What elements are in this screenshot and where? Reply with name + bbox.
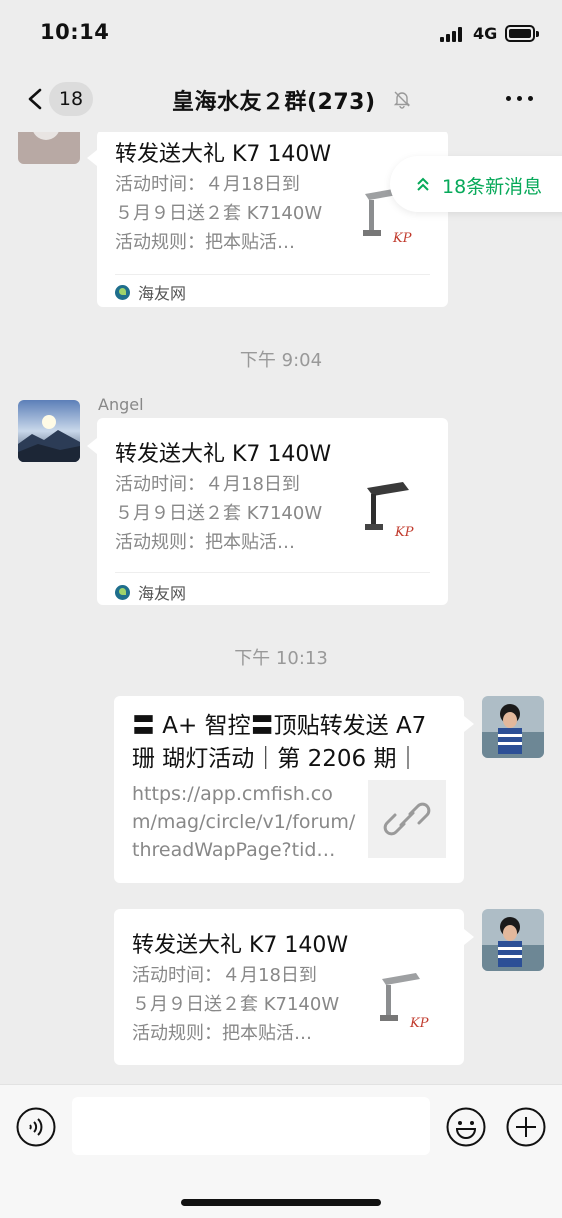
- message-timestamp: 下午 9:04: [239, 350, 323, 371]
- avatar[interactable]: [482, 696, 544, 758]
- input-bar: [0, 1084, 562, 1218]
- product-thumbnail: KP: [355, 476, 435, 556]
- message-list[interactable]: 转发送大礼 K7 140W 活动时间：４月18日到 ５月９日送２套 K7140W…: [0, 132, 562, 1084]
- card-description: 活动时间：４月18日到 ５月９日送２套 K7140W 活动规则：把本贴活…: [115, 474, 323, 553]
- battery-icon: [505, 25, 539, 42]
- card-description: 活动时间：４月18日到 ５月９日送２套 K7140W 活动规则：把本贴活…: [115, 174, 323, 253]
- svg-text:KP: KP: [392, 231, 412, 246]
- shared-card[interactable]: 转发送大礼 K7 140W 活动时间：４月18日到 ５月９日送２套 K7140W…: [114, 909, 474, 1065]
- card-title: 转发送大礼 K7 140W: [115, 442, 332, 467]
- card-source: 海友网: [115, 580, 186, 604]
- message-timestamp: 下午 10:13: [234, 648, 328, 669]
- svg-text:KP: KP: [409, 1016, 429, 1031]
- emoji-icon[interactable]: [446, 1107, 486, 1147]
- card-title: 转发送大礼 K7 140W: [132, 933, 349, 958]
- product-thumbnail: KP: [372, 967, 452, 1047]
- status-time: 10:14: [40, 20, 110, 44]
- card-description: 活动时间：４月18日到 ５月９日送２套 K7140W 活动规则：把本贴活…: [132, 965, 340, 1044]
- avatar[interactable]: [18, 400, 80, 462]
- link-card[interactable]: 〓 A+ 智控〓顶贴转发送 A7 珊 瑚灯活动｜第 2206 期｜ https:…: [114, 696, 474, 883]
- card-title: 转发送大礼 K7 140W: [115, 142, 332, 167]
- unread-count-badge[interactable]: 18: [49, 82, 93, 116]
- more-icon[interactable]: [504, 96, 536, 102]
- voice-icon[interactable]: [16, 1107, 56, 1147]
- network-type: 4G: [473, 24, 498, 43]
- chat-header: 18 皇海水友２群(273): [0, 66, 562, 132]
- sender-name: Angel: [98, 395, 144, 414]
- bell-off-icon: [393, 91, 411, 109]
- new-messages-label: 18条新消息: [442, 176, 543, 198]
- link-thumbnail: [368, 780, 446, 858]
- new-messages-button[interactable]: 18条新消息: [390, 156, 562, 212]
- avatar[interactable]: [482, 909, 544, 971]
- chevron-left-icon[interactable]: [26, 88, 44, 110]
- message-input[interactable]: [72, 1097, 430, 1155]
- avatar[interactable]: [18, 132, 80, 164]
- link-url: https://app.cmfish.com/mag/circle/v1/for…: [132, 783, 356, 861]
- chat-title: 皇海水友２群(273): [172, 90, 376, 115]
- link-title: 〓 A+ 智控〓顶贴转发送 A7 珊 瑚灯活动｜第 2206 期｜: [132, 713, 427, 772]
- shared-card[interactable]: 转发送大礼 K7 140W 活动时间：４月18日到 ５月９日送２套 K7140W…: [87, 132, 448, 307]
- link-icon: [383, 802, 431, 836]
- source-logo-icon: [115, 584, 130, 600]
- signal-icon: [440, 26, 466, 42]
- svg-text:KP: KP: [394, 525, 414, 540]
- home-indicator: [181, 1199, 381, 1206]
- plus-icon[interactable]: [506, 1107, 546, 1147]
- status-bar: 10:14 4G: [0, 0, 562, 66]
- source-logo-icon: [115, 284, 130, 300]
- card-source: 海友网: [115, 280, 186, 304]
- double-chevron-up-icon: [417, 177, 429, 191]
- shared-card[interactable]: 转发送大礼 K7 140W 活动时间：４月18日到 ５月９日送２套 K7140W…: [87, 418, 448, 605]
